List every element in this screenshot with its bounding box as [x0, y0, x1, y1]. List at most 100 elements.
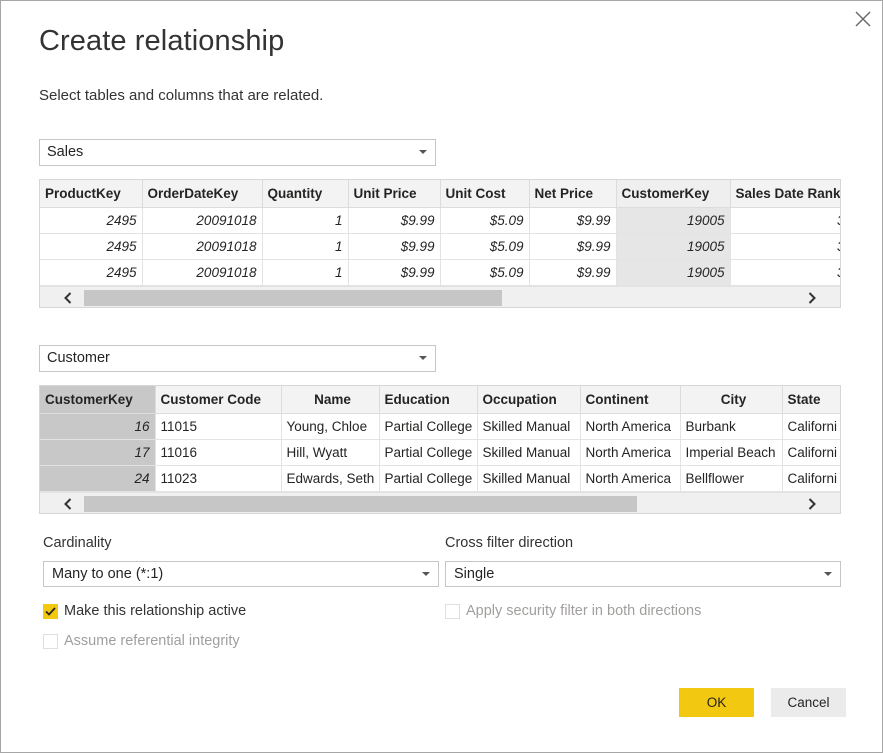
- table2-col-header[interactable]: Name: [281, 386, 380, 414]
- table2-header-row: CustomerKey Customer Code Name Education…: [40, 386, 840, 414]
- table-cell[interactable]: $9.99: [529, 207, 617, 234]
- cardinality-label: Cardinality: [43, 535, 112, 551]
- table-cell[interactable]: Edwards, Seth: [281, 465, 380, 492]
- table-cell[interactable]: 1: [262, 207, 349, 234]
- table1-col-header[interactable]: Unit Cost: [440, 180, 530, 208]
- table1-horizontal-scrollbar[interactable]: [40, 286, 840, 307]
- table-cell[interactable]: Imperial Beach: [680, 439, 783, 466]
- table-cell[interactable]: 20091018: [142, 207, 263, 234]
- table1-preview: ProductKey OrderDateKey Quantity Unit Pr…: [39, 179, 841, 308]
- checkmark-icon: [45, 607, 56, 616]
- table2-preview: CustomerKey Customer Code Name Education…: [39, 385, 841, 514]
- table1-col-header-selected[interactable]: CustomerKey: [616, 180, 731, 208]
- table2-col-header[interactable]: State: [782, 386, 840, 414]
- table-cell[interactable]: North America: [580, 413, 681, 440]
- table2-col-header[interactable]: City: [680, 386, 783, 414]
- table-cell[interactable]: Skilled Manual: [477, 439, 581, 466]
- table2-select-value: Customer: [47, 350, 110, 366]
- table2-col-header[interactable]: Customer Code: [155, 386, 282, 414]
- table-cell[interactable]: Partial College: [379, 465, 478, 492]
- cross-filter-select[interactable]: Single: [445, 561, 841, 587]
- table-row: 2495 20091018 1 $9.99 $5.09 $9.99 19005 …: [40, 259, 840, 286]
- table-cell[interactable]: 2495: [40, 233, 143, 260]
- table-cell[interactable]: Young, Chloe: [281, 413, 380, 440]
- table1-col-header[interactable]: Net Price: [529, 180, 617, 208]
- referential-integrity-label: Assume referential integrity: [64, 633, 240, 649]
- chevron-right-icon[interactable]: [804, 496, 820, 512]
- table-cell[interactable]: 3: [730, 233, 840, 260]
- table-cell[interactable]: 3: [730, 259, 840, 286]
- chevron-left-icon[interactable]: [60, 290, 76, 306]
- table1-scroll-thumb[interactable]: [84, 290, 502, 306]
- close-icon[interactable]: [853, 9, 873, 29]
- table-cell-selected[interactable]: 24: [40, 465, 156, 492]
- security-filter-label: Apply security filter in both directions: [466, 603, 702, 619]
- table-cell[interactable]: Skilled Manual: [477, 413, 581, 440]
- dialog-subtitle: Select tables and columns that are relat…: [39, 87, 324, 104]
- table1-col-header[interactable]: OrderDateKey: [142, 180, 263, 208]
- table-cell-selected[interactable]: 19005: [616, 233, 731, 260]
- referential-integrity-checkbox: [43, 634, 58, 649]
- table2-col-header[interactable]: Continent: [580, 386, 681, 414]
- table-cell[interactable]: 11016: [155, 439, 282, 466]
- make-active-checkbox[interactable]: [43, 604, 58, 619]
- table-cell[interactable]: Californi: [782, 413, 840, 440]
- table2-select[interactable]: Customer: [39, 345, 436, 372]
- table2-col-header[interactable]: Occupation: [477, 386, 581, 414]
- table-cell[interactable]: 11023: [155, 465, 282, 492]
- table-cell[interactable]: North America: [580, 465, 681, 492]
- table-cell[interactable]: $9.99: [348, 259, 441, 286]
- table-cell[interactable]: $9.99: [529, 233, 617, 260]
- table-cell[interactable]: Hill, Wyatt: [281, 439, 380, 466]
- table-cell[interactable]: Skilled Manual: [477, 465, 581, 492]
- chevron-left-icon[interactable]: [60, 496, 76, 512]
- table2-col-header[interactable]: Education: [379, 386, 478, 414]
- cardinality-select-value: Many to one (*:1): [52, 566, 164, 582]
- table-cell[interactable]: $9.99: [348, 207, 441, 234]
- table1-col-header[interactable]: Quantity: [262, 180, 349, 208]
- table-cell[interactable]: $5.09: [440, 207, 530, 234]
- table-cell[interactable]: Partial College: [379, 413, 478, 440]
- dialog-title: Create relationship: [39, 25, 285, 57]
- table-cell[interactable]: Partial College: [379, 439, 478, 466]
- table-cell[interactable]: 20091018: [142, 233, 263, 260]
- chevron-down-icon: [422, 572, 430, 576]
- table-cell-selected[interactable]: 19005: [616, 259, 731, 286]
- table1-select[interactable]: Sales: [39, 139, 436, 166]
- table-cell[interactable]: 1: [262, 233, 349, 260]
- table-cell[interactable]: $5.09: [440, 259, 530, 286]
- chevron-down-icon: [419, 150, 427, 154]
- chevron-right-icon[interactable]: [804, 290, 820, 306]
- table-cell[interactable]: Californi: [782, 465, 840, 492]
- table-row: 2495 20091018 1 $9.99 $5.09 $9.99 19005 …: [40, 207, 840, 234]
- table-cell[interactable]: 2495: [40, 207, 143, 234]
- table-cell[interactable]: $9.99: [348, 233, 441, 260]
- table-cell-selected[interactable]: 17: [40, 439, 156, 466]
- table-cell[interactable]: Burbank: [680, 413, 783, 440]
- table1-col-header[interactable]: ProductKey: [40, 180, 143, 208]
- table-cell[interactable]: Bellflower: [680, 465, 783, 492]
- cancel-button[interactable]: Cancel: [771, 688, 846, 717]
- table-cell[interactable]: North America: [580, 439, 681, 466]
- table-cell[interactable]: 2495: [40, 259, 143, 286]
- table1-header-row: ProductKey OrderDateKey Quantity Unit Pr…: [40, 180, 840, 208]
- table-cell-selected[interactable]: 16: [40, 413, 156, 440]
- chevron-down-icon: [419, 356, 427, 360]
- make-active-label[interactable]: Make this relationship active: [64, 603, 246, 619]
- table2-horizontal-scrollbar[interactable]: [40, 492, 840, 513]
- cardinality-select[interactable]: Many to one (*:1): [43, 561, 439, 587]
- table-cell[interactable]: 20091018: [142, 259, 263, 286]
- table-cell[interactable]: 3: [730, 207, 840, 234]
- table-cell[interactable]: $9.99: [529, 259, 617, 286]
- table-cell[interactable]: $5.09: [440, 233, 530, 260]
- table-cell[interactable]: Californi: [782, 439, 840, 466]
- table1-col-header[interactable]: Sales Date Rank: [730, 180, 840, 208]
- table-cell[interactable]: 1: [262, 259, 349, 286]
- table-cell[interactable]: 11015: [155, 413, 282, 440]
- table2-col-header-selected[interactable]: CustomerKey: [40, 386, 156, 414]
- table1-col-header[interactable]: Unit Price: [348, 180, 441, 208]
- ok-button[interactable]: OK: [679, 688, 754, 717]
- table-cell-selected[interactable]: 19005: [616, 207, 731, 234]
- security-filter-checkbox: [445, 604, 460, 619]
- table2-scroll-thumb[interactable]: [84, 496, 637, 512]
